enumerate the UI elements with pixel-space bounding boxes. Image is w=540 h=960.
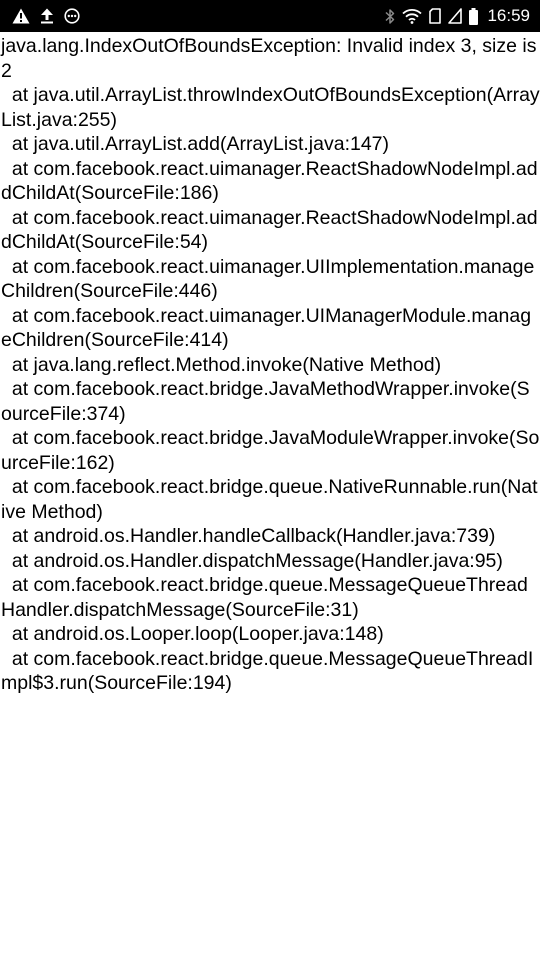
more-icon [64,8,80,24]
error-stack-trace: java.lang.IndexOutOfBoundsException: Inv… [1,35,540,694]
sim-card-icon [429,8,442,24]
upload-icon [41,8,53,24]
bluetooth-icon [385,8,395,24]
status-bar-notifications [12,6,80,26]
battery-icon [469,7,479,25]
status-bar: 16:59 [0,0,540,32]
status-bar-system-icons: 16:59 [385,6,530,26]
screen: 16:59 java.lang.IndexOutOfBoundsExceptio… [0,0,540,960]
wifi-icon [402,9,423,24]
cellular-signal-icon [448,8,463,24]
warning-icon [12,8,30,24]
status-bar-clock: 16:59 [487,6,530,25]
